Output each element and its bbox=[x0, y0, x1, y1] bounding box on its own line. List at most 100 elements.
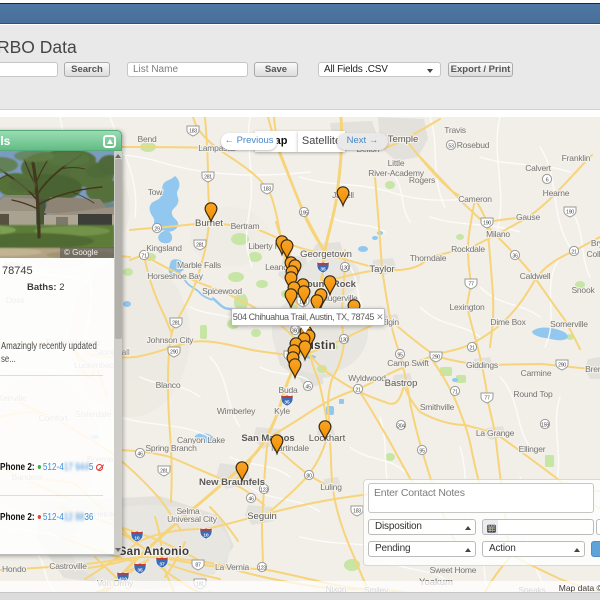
svg-text:35: 35 bbox=[284, 400, 290, 406]
svg-text:Colleg: Colleg bbox=[587, 249, 600, 259]
svg-text:Ellinger: Ellinger bbox=[519, 444, 546, 454]
svg-text:Wimberley: Wimberley bbox=[217, 406, 256, 416]
svg-text:21: 21 bbox=[469, 346, 475, 352]
svg-text:Little: Little bbox=[388, 158, 405, 168]
svg-text:Carmine: Carmine bbox=[521, 368, 552, 378]
svg-text:29: 29 bbox=[154, 227, 160, 233]
svg-text:Calvert: Calvert bbox=[525, 163, 551, 173]
svg-text:123: 123 bbox=[260, 488, 268, 494]
svg-text:183: 183 bbox=[263, 187, 271, 193]
svg-text:Castroville: Castroville bbox=[49, 561, 87, 571]
svg-text:Blanco: Blanco bbox=[156, 380, 181, 390]
svg-text:Milano: Milano bbox=[486, 229, 510, 239]
svg-text:35: 35 bbox=[137, 568, 143, 574]
svg-text:Horseshoe Bay: Horseshoe Bay bbox=[147, 271, 203, 281]
svg-text:281: 281 bbox=[172, 321, 180, 327]
svg-text:Taylor: Taylor bbox=[369, 264, 394, 275]
svg-text:La Vernia: La Vernia bbox=[215, 562, 250, 572]
svg-text:Kingsland: Kingsland bbox=[146, 243, 182, 253]
svg-text:Johnson City: Johnson City bbox=[147, 335, 195, 345]
svg-text:Rosebud: Rosebud bbox=[457, 140, 490, 150]
svg-text:Camp Swift: Camp Swift bbox=[387, 358, 429, 368]
svg-text:© Google: © Google bbox=[64, 248, 98, 257]
svg-text:360: 360 bbox=[291, 329, 299, 335]
svg-text:Smithville: Smithville bbox=[420, 402, 455, 412]
svg-text:Hondo: Hondo bbox=[2, 564, 27, 574]
svg-text:Gause: Gause bbox=[516, 212, 541, 222]
svg-text:Tow: Tow bbox=[148, 187, 164, 197]
svg-text:159: 159 bbox=[541, 423, 549, 429]
svg-text:Seguin: Seguin bbox=[247, 511, 277, 522]
svg-text:46: 46 bbox=[248, 497, 254, 503]
svg-text:Giddings: Giddings bbox=[466, 360, 498, 370]
svg-text:290: 290 bbox=[170, 350, 178, 356]
svg-text:Bastrop: Bastrop bbox=[385, 378, 418, 389]
svg-text:Spring Branch: Spring Branch bbox=[145, 443, 197, 453]
svg-text:Somerville: Somerville bbox=[550, 319, 588, 329]
svg-text:Bend: Bend bbox=[137, 134, 157, 144]
svg-text:281: 281 bbox=[196, 243, 204, 249]
svg-text:290: 290 bbox=[558, 363, 566, 369]
svg-text:130: 130 bbox=[340, 338, 348, 344]
svg-text:San Antonio: San Antonio bbox=[119, 546, 190, 558]
svg-text:New Braunfels: New Braunfels bbox=[199, 477, 265, 488]
svg-text:Dime Box: Dime Box bbox=[490, 317, 526, 327]
svg-text:Brenh: Brenh bbox=[585, 364, 600, 374]
svg-text:Temple: Temple bbox=[388, 134, 419, 145]
svg-text:21: 21 bbox=[571, 250, 577, 256]
svg-text:10: 10 bbox=[134, 536, 140, 542]
svg-text:Wyldwood: Wyldwood bbox=[348, 373, 386, 383]
svg-text:Marble Falls: Marble Falls bbox=[177, 260, 221, 270]
svg-text:190: 190 bbox=[566, 210, 574, 216]
svg-text:37: 37 bbox=[159, 562, 165, 568]
svg-text:Rockdale: Rockdale bbox=[451, 244, 485, 254]
svg-text:Buda: Buda bbox=[278, 385, 298, 395]
svg-text:6: 6 bbox=[546, 178, 549, 184]
svg-text:Spicewood: Spicewood bbox=[202, 286, 242, 296]
svg-text:Kyle: Kyle bbox=[274, 406, 290, 416]
svg-text:71: 71 bbox=[141, 254, 147, 260]
svg-text:Round Top: Round Top bbox=[513, 389, 553, 399]
svg-text:123: 123 bbox=[258, 566, 266, 572]
svg-text:45: 45 bbox=[305, 385, 311, 391]
svg-text:36: 36 bbox=[512, 254, 518, 260]
svg-text:87: 87 bbox=[195, 563, 201, 569]
svg-text:Bertram: Bertram bbox=[231, 221, 260, 231]
svg-text:San Marcos: San Marcos bbox=[241, 433, 294, 444]
svg-text:Franklin: Franklin bbox=[562, 153, 591, 163]
svg-text:35: 35 bbox=[320, 267, 326, 273]
svg-text:190: 190 bbox=[483, 221, 491, 227]
svg-text:Cameron: Cameron bbox=[458, 194, 492, 204]
svg-text:River-Academy: River-Academy bbox=[368, 168, 424, 178]
svg-text:Burnet: Burnet bbox=[195, 218, 223, 229]
svg-text:Luling: Luling bbox=[320, 482, 342, 492]
svg-text:Caldwell: Caldwell bbox=[520, 271, 551, 281]
svg-text:183: 183 bbox=[353, 509, 361, 515]
svg-text:195: 195 bbox=[300, 211, 308, 217]
svg-text:281: 281 bbox=[160, 469, 168, 475]
svg-text:130: 130 bbox=[341, 266, 349, 272]
svg-text:Thorndale: Thorndale bbox=[410, 253, 447, 263]
svg-text:290: 290 bbox=[432, 355, 440, 361]
svg-text:281: 281 bbox=[204, 175, 212, 181]
svg-text:46: 46 bbox=[137, 452, 143, 458]
svg-text:183: 183 bbox=[189, 129, 197, 135]
svg-text:71: 71 bbox=[452, 390, 458, 396]
svg-text:53: 53 bbox=[448, 144, 454, 150]
svg-text:304: 304 bbox=[397, 424, 405, 430]
svg-text:21: 21 bbox=[355, 388, 361, 394]
svg-text:77: 77 bbox=[468, 282, 474, 288]
svg-text:77: 77 bbox=[484, 396, 490, 402]
svg-text:Lexington: Lexington bbox=[449, 302, 485, 312]
svg-text:Universal City: Universal City bbox=[167, 514, 218, 524]
svg-text:10: 10 bbox=[203, 533, 209, 539]
svg-text:Travis: Travis bbox=[444, 125, 466, 135]
svg-text:95: 95 bbox=[419, 449, 425, 455]
svg-text:La Grange: La Grange bbox=[476, 428, 515, 438]
svg-text:Bry: Bry bbox=[591, 238, 600, 248]
svg-text:Snook: Snook bbox=[571, 285, 595, 295]
svg-text:Sweet Home: Sweet Home bbox=[430, 565, 477, 575]
svg-text:Georgetown: Georgetown bbox=[300, 249, 352, 260]
svg-text:80: 80 bbox=[306, 474, 312, 480]
svg-text:Hearne: Hearne bbox=[543, 188, 570, 198]
